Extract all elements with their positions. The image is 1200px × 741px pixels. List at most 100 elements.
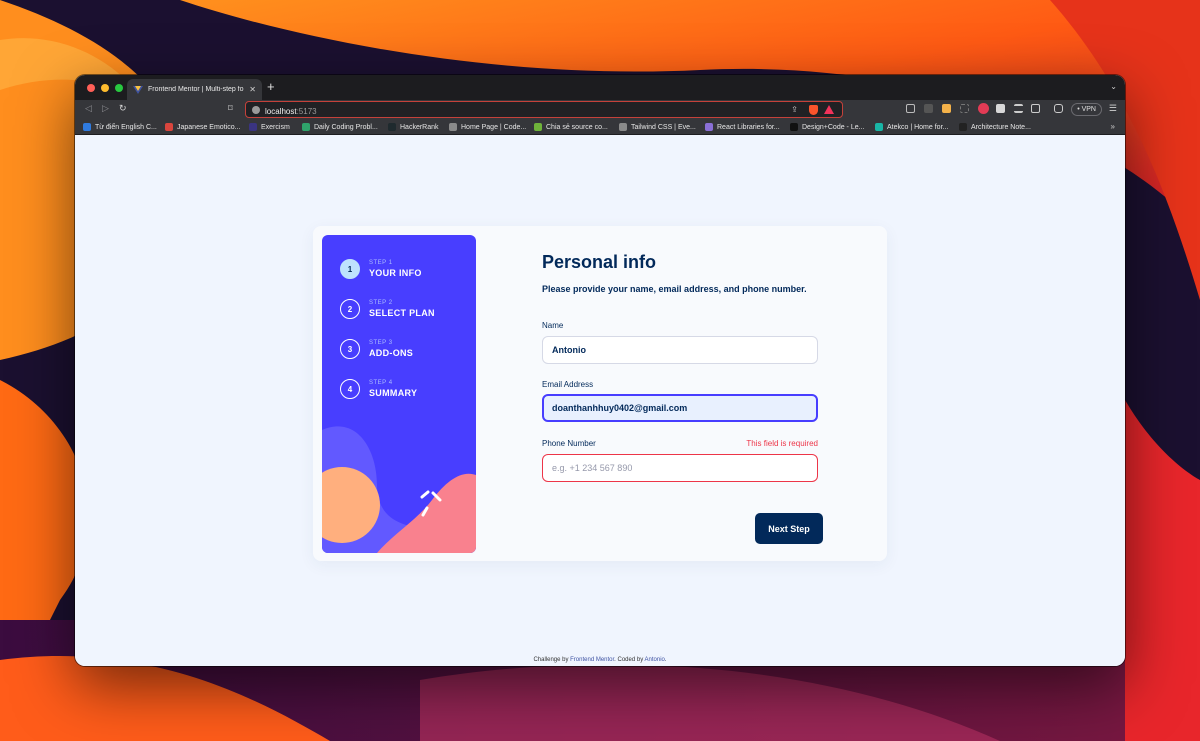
- bookmark-item[interactable]: Từ điển English C...: [83, 123, 157, 131]
- bookmark-label: Chia sẻ source co...: [546, 123, 608, 131]
- bookmarks-bar: » Từ điển English C... Japanese Emotico..…: [75, 120, 1125, 135]
- bookmark-favicon-icon: [302, 123, 310, 131]
- email-input-value: doanthanhhuy0402@gmail.com: [552, 403, 688, 413]
- browser-menu-icon[interactable]: ☰: [1109, 103, 1117, 114]
- step-3[interactable]: 3 STEP 3 ADD-ONS: [340, 339, 413, 359]
- name-input-value: Antonio: [552, 345, 586, 355]
- page-title: Personal info: [542, 252, 657, 272]
- share-icon[interactable]: ⇪: [791, 105, 798, 114]
- extensions-puzzle-icon[interactable]: [996, 104, 1005, 113]
- brave-shields-icon[interactable]: [809, 105, 818, 115]
- bookmark-item[interactable]: Home Page | Code...: [449, 123, 526, 131]
- bookmark-item[interactable]: Design+Code - Le...: [790, 123, 864, 131]
- bookmark-label: React Libraries for...: [717, 123, 780, 131]
- sidebar-icon[interactable]: [1031, 104, 1040, 113]
- tab-title: Frontend Mentor | Multi-step fo: [148, 86, 244, 93]
- vpn-button[interactable]: • VPN: [1071, 103, 1102, 116]
- steps-sidebar: 1 STEP 1 YOUR INFO 2 STEP 2 SELECT PLAN …: [322, 235, 476, 553]
- bookmark-favicon-icon: [619, 123, 627, 131]
- tab-bar: Frontend Mentor | Multi-step fo ✕ + ⌄: [75, 75, 1125, 100]
- bookmark-favicon-icon: [875, 123, 883, 131]
- extension-crosshair-icon[interactable]: [960, 104, 969, 113]
- wallet-icon[interactable]: [1054, 104, 1063, 113]
- bookmark-favicon-icon: [249, 123, 257, 131]
- address-bar[interactable]: localhost:5173 ⇪: [245, 101, 843, 118]
- more-bookmarks-icon[interactable]: »: [1111, 122, 1115, 131]
- tab-close-icon[interactable]: ✕: [249, 85, 256, 94]
- bookmark-item[interactable]: Atekco | Home for...: [875, 123, 948, 131]
- email-label: Email Address: [542, 380, 594, 389]
- site-info-icon[interactable]: [252, 105, 260, 114]
- page-subtitle: Please provide your name, email address,…: [542, 284, 807, 294]
- step-1-number: 1: [340, 259, 360, 279]
- bookmark-item[interactable]: Tailwind CSS | Eve...: [619, 123, 696, 131]
- bookmark-item[interactable]: Daily Coding Probl...: [302, 123, 378, 131]
- attribution-middle: . Coded by: [614, 657, 645, 663]
- forward-icon[interactable]: ▷: [102, 104, 109, 113]
- frontend-mentor-favicon-icon: [133, 85, 143, 94]
- bookmark-item[interactable]: HackerRank: [388, 123, 439, 131]
- phone-input[interactable]: e.g. +1 234 567 890: [542, 454, 818, 482]
- frontend-mentor-link[interactable]: Frontend Mentor: [570, 657, 614, 663]
- browser-tab-active[interactable]: Frontend Mentor | Multi-step fo ✕: [127, 79, 262, 100]
- page-content: 1 STEP 1 YOUR INFO 2 STEP 2 SELECT PLAN …: [75, 135, 1125, 666]
- bookmark-favicon-icon: [83, 123, 91, 131]
- bookmark-label: Design+Code - Le...: [802, 123, 865, 131]
- new-tab-button[interactable]: +: [267, 80, 275, 93]
- extension-window-icon[interactable]: [906, 104, 915, 113]
- back-icon[interactable]: ◁: [85, 104, 92, 113]
- extension-clip-icon[interactable]: [924, 104, 933, 113]
- step-4[interactable]: 4 STEP 4 SUMMARY: [340, 379, 417, 399]
- step-2-caption: STEP 2: [369, 300, 393, 306]
- tab-search-icon[interactable]: ⌄: [1110, 82, 1117, 91]
- bookmark-item[interactable]: Chia sẻ source co...: [534, 123, 608, 131]
- email-input[interactable]: doanthanhhuy0402@gmail.com: [542, 394, 818, 422]
- bookmark-label: Japanese Emotico...: [177, 123, 241, 131]
- step-4-title: SUMMARY: [369, 388, 418, 398]
- bookmark-label: Exercism: [261, 123, 290, 131]
- bookmark-label: Từ điển English C...: [95, 123, 157, 131]
- step-4-caption: STEP 4: [369, 380, 393, 386]
- attribution-prefix: Challenge by: [533, 657, 571, 663]
- phone-label: Phone Number: [542, 439, 596, 448]
- url-port: :5173: [296, 106, 317, 116]
- bookmark-favicon-icon: [449, 123, 457, 131]
- step-2[interactable]: 2 STEP 2 SELECT PLAN: [340, 299, 435, 319]
- close-window-button[interactable]: [87, 83, 95, 92]
- bookmark-label: HackerRank: [400, 123, 439, 131]
- window-controls: [87, 83, 123, 92]
- step-2-title: SELECT PLAN: [369, 308, 435, 318]
- bookmark-favicon-icon: [705, 123, 713, 131]
- step-1-title: YOUR INFO: [369, 268, 422, 278]
- step-2-number: 2: [340, 299, 360, 319]
- bookmark-label: Daily Coding Probl...: [314, 123, 378, 131]
- maximize-window-button[interactable]: [115, 83, 123, 92]
- reload-icon[interactable]: ↻: [119, 104, 127, 113]
- step-1-caption: STEP 1: [369, 260, 393, 266]
- attribution-suffix: .: [664, 657, 667, 663]
- bookmark-label: Home Page | Code...: [461, 123, 527, 131]
- bookmark-favicon-icon: [165, 123, 173, 131]
- bookmark-item[interactable]: Japanese Emotico...: [165, 123, 240, 131]
- step-3-number: 3: [340, 339, 360, 359]
- bookmark-item[interactable]: Architecture Note...: [959, 123, 1031, 131]
- browser-toolbar: ◁ ▷ ↻ ⌑ localhost:5173 ⇪ • VPN ☰: [75, 100, 1125, 120]
- bookmark-favicon-icon: [388, 123, 396, 131]
- step-1[interactable]: 1 STEP 1 YOUR INFO: [340, 259, 422, 279]
- name-input[interactable]: Antonio: [542, 336, 818, 364]
- minimize-window-button[interactable]: [101, 83, 109, 92]
- bookmark-item[interactable]: Exercism: [249, 123, 290, 131]
- author-link[interactable]: Antonio: [645, 657, 665, 663]
- phone-input-placeholder: e.g. +1 234 567 890: [552, 463, 633, 473]
- next-step-button[interactable]: Next Step: [755, 513, 823, 544]
- url-host: localhost: [265, 106, 297, 116]
- bookmark-favicon-icon: [790, 123, 798, 131]
- extension-notes-icon[interactable]: [942, 104, 951, 113]
- reading-list-icon[interactable]: [1014, 104, 1023, 113]
- bookmark-favicon-icon: [959, 123, 967, 131]
- extension-badge-icon[interactable]: [978, 103, 989, 114]
- bookmark-item[interactable]: React Libraries for...: [705, 123, 780, 131]
- bookmark-icon[interactable]: ⌑: [228, 103, 233, 114]
- brave-rewards-icon[interactable]: [824, 105, 834, 114]
- bookmark-label: Tailwind CSS | Eve...: [631, 123, 696, 131]
